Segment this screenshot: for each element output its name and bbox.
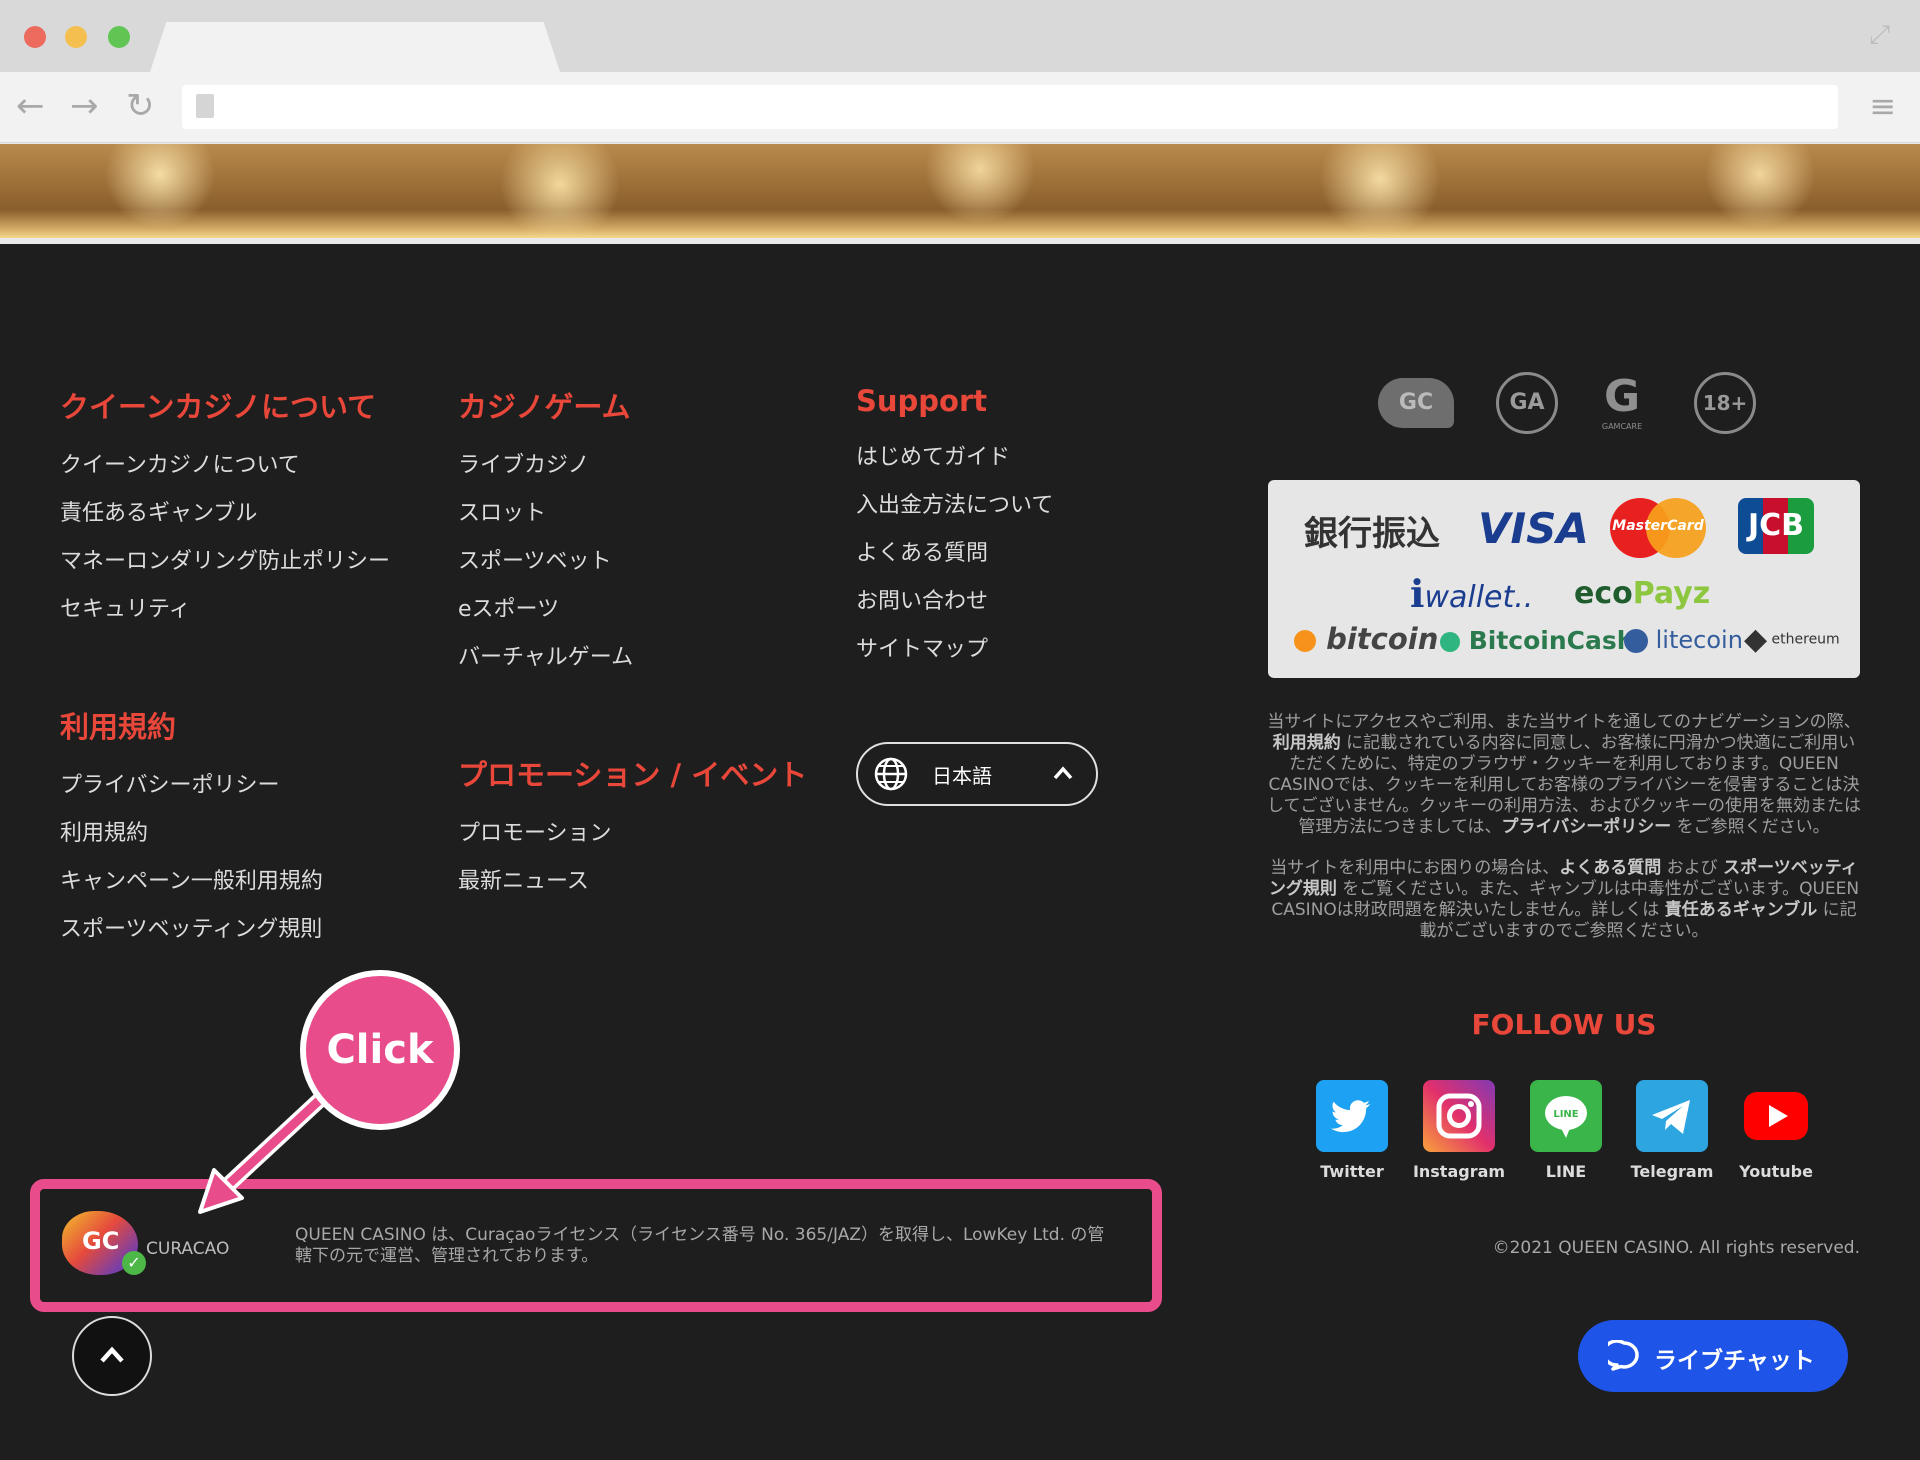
click-annotation: Click bbox=[300, 970, 460, 1130]
annotation-arrow bbox=[198, 1086, 334, 1214]
